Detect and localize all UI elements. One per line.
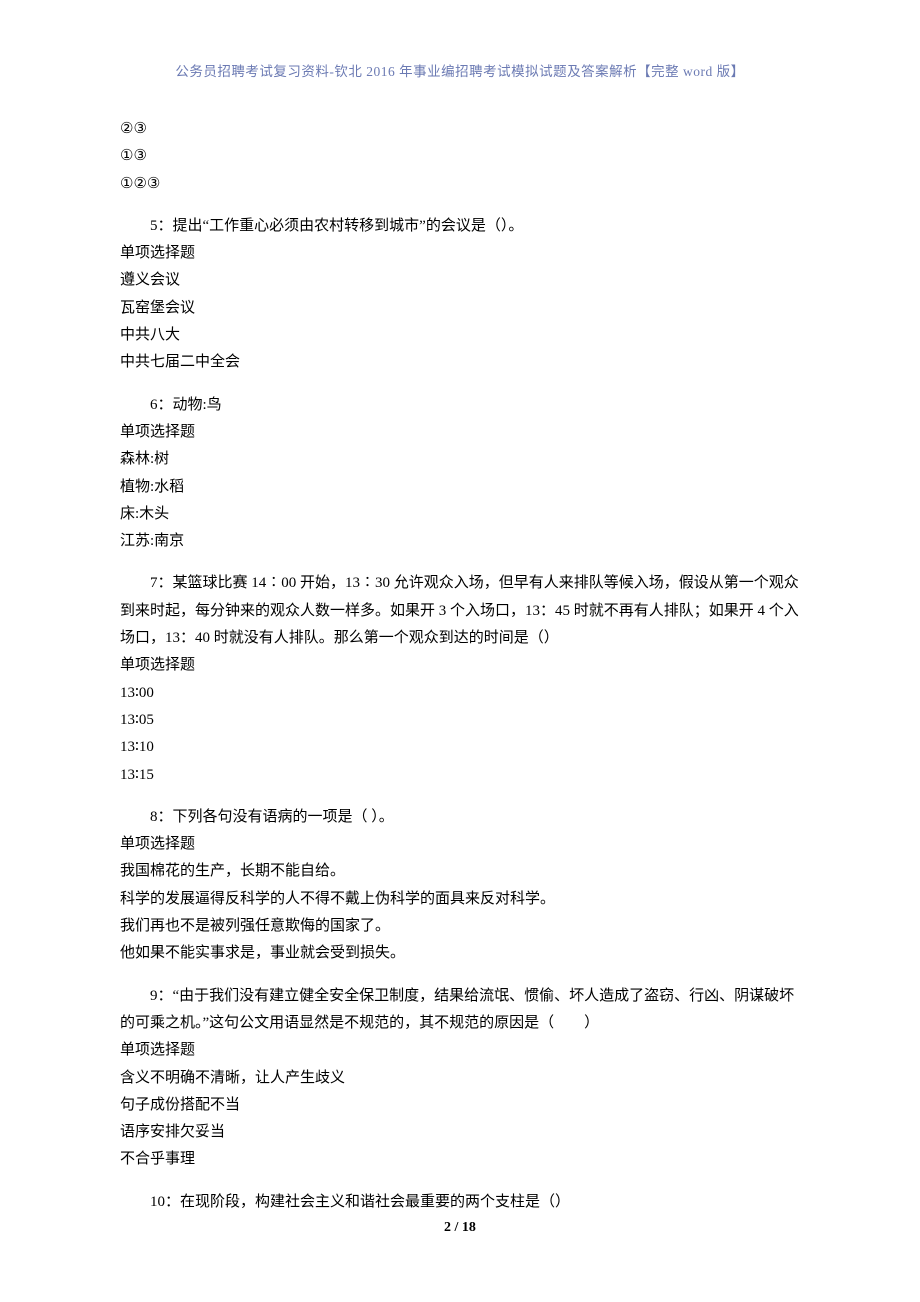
question-type: 单项选择题 (120, 1037, 800, 1064)
question-body: ：某篮球比赛 14∶00 开始，13∶30 允许观众入场，但早有人来排队等候入场… (120, 575, 799, 646)
option-line: 我们再也不是被列强任意欺侮的国家了。 (120, 913, 800, 940)
option-line: ①③ (120, 143, 800, 170)
question-7: 7：某篮球比赛 14∶00 开始，13∶30 允许观众入场，但早有人来排队等候入… (120, 570, 800, 788)
option-line: 我国棉花的生产，长期不能自给。 (120, 858, 800, 885)
remainder-options-block: ②③ ①③ ①②③ (120, 116, 800, 198)
question-type: 单项选择题 (120, 419, 800, 446)
question-number: 7 (150, 575, 158, 591)
question-body: ：在现阶段，构建社会主义和谐社会最重要的两个支柱是（） (165, 1194, 570, 1210)
option-line: 植物:水稻 (120, 474, 800, 501)
question-number: 5 (150, 218, 158, 234)
question-10: 10：在现阶段，构建社会主义和谐社会最重要的两个支柱是（） (120, 1189, 800, 1216)
option-line: 森林:树 (120, 446, 800, 473)
question-9: 9：“由于我们没有建立健全安全保卫制度，结果给流氓、惯偷、坏人造成了盗窃、行凶、… (120, 983, 800, 1174)
question-body: ：动物:鸟 (158, 397, 222, 413)
question-text: 9：“由于我们没有建立健全安全保卫制度，结果给流氓、惯偷、坏人造成了盗窃、行凶、… (120, 983, 800, 1038)
option-line: 中共七届二中全会 (120, 349, 800, 376)
option-line: ①②③ (120, 171, 800, 198)
page-container: 公务员招聘考试复习资料-钦北 2016 年事业编招聘考试模拟试题及答案解析【完整… (0, 0, 920, 1271)
option-line: 13∶00 (120, 680, 800, 707)
question-body: ：提出“工作重心必须由农村转移到城市”的会议是（）。 (158, 218, 524, 234)
question-type: 单项选择题 (120, 240, 800, 267)
question-type: 单项选择题 (120, 831, 800, 858)
document-content: ②③ ①③ ①②③ 5：提出“工作重心必须由农村转移到城市”的会议是（）。 单项… (120, 116, 800, 1216)
question-number: 9 (150, 988, 158, 1004)
question-text: 6：动物:鸟 (120, 392, 800, 419)
option-line: 他如果不能实事求是，事业就会受到损失。 (120, 940, 800, 967)
question-number: 6 (150, 397, 158, 413)
option-line: 瓦窑堡会议 (120, 295, 800, 322)
question-body: ：下列各句没有语病的一项是（ ）。 (158, 809, 394, 825)
option-line: 13∶15 (120, 762, 800, 789)
question-number: 8 (150, 809, 158, 825)
page-number: 2 / 18 (0, 1220, 920, 1236)
question-type: 单项选择题 (120, 652, 800, 679)
question-body: ：“由于我们没有建立健全安全保卫制度，结果给流氓、惯偷、坏人造成了盗窃、行凶、阴… (120, 988, 794, 1031)
option-line: 江苏:南京 (120, 528, 800, 555)
page-header: 公务员招聘考试复习资料-钦北 2016 年事业编招聘考试模拟试题及答案解析【完整… (120, 60, 800, 80)
question-5: 5：提出“工作重心必须由农村转移到城市”的会议是（）。 单项选择题 遵义会议 瓦… (120, 213, 800, 377)
option-line: 科学的发展逼得反科学的人不得不戴上伪科学的面具来反对科学。 (120, 886, 800, 913)
option-line: 13∶10 (120, 734, 800, 761)
option-line: 句子成份搭配不当 (120, 1092, 800, 1119)
option-line: 床:木头 (120, 501, 800, 528)
question-text: 8：下列各句没有语病的一项是（ ）。 (120, 804, 800, 831)
question-8: 8：下列各句没有语病的一项是（ ）。 单项选择题 我国棉花的生产，长期不能自给。… (120, 804, 800, 968)
question-text: 10：在现阶段，构建社会主义和谐社会最重要的两个支柱是（） (120, 1189, 800, 1216)
option-line: 中共八大 (120, 322, 800, 349)
option-line: 语序安排欠妥当 (120, 1119, 800, 1146)
option-line: 不合乎事理 (120, 1146, 800, 1173)
option-line: ②③ (120, 116, 800, 143)
option-line: 含义不明确不清晰，让人产生歧义 (120, 1065, 800, 1092)
question-number: 10 (150, 1194, 165, 1210)
option-line: 遵义会议 (120, 267, 800, 294)
question-text: 7：某篮球比赛 14∶00 开始，13∶30 允许观众入场，但早有人来排队等候入… (120, 570, 800, 652)
question-6: 6：动物:鸟 单项选择题 森林:树 植物:水稻 床:木头 江苏:南京 (120, 392, 800, 556)
question-text: 5：提出“工作重心必须由农村转移到城市”的会议是（）。 (120, 213, 800, 240)
option-line: 13∶05 (120, 707, 800, 734)
